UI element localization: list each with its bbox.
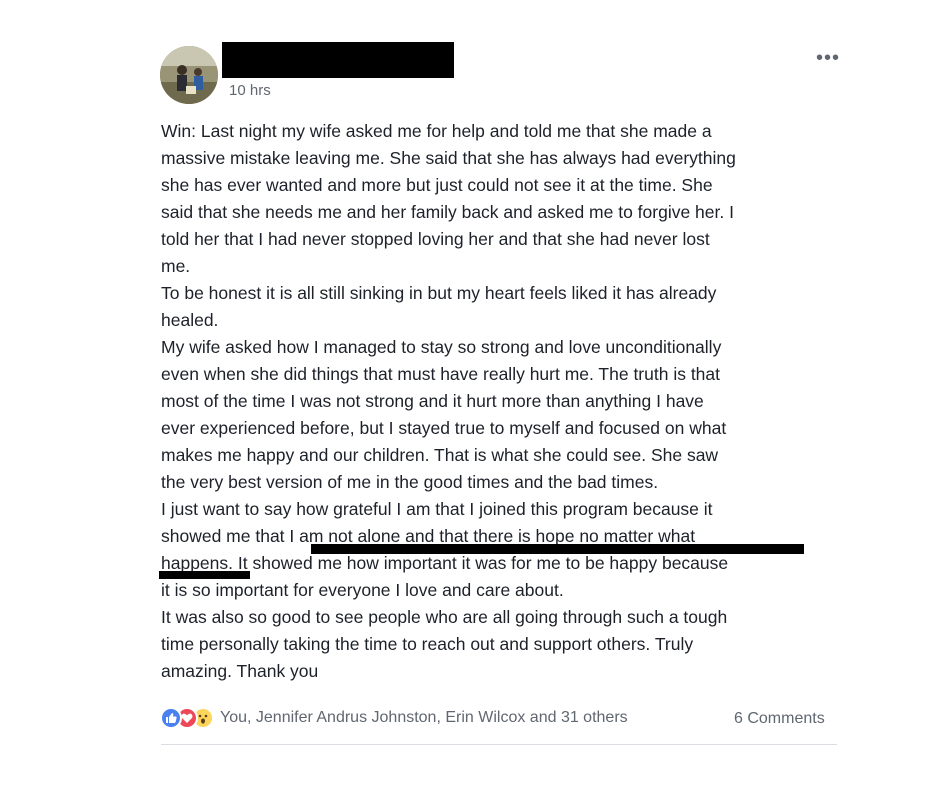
more-options-icon[interactable]: ••• (816, 48, 840, 68)
reactions-summary[interactable]: You, Jennifer Andrus Johnston, Erin Wilc… (160, 707, 628, 729)
reaction-names[interactable]: You, Jennifer Andrus Johnston, Erin Wilc… (220, 709, 628, 727)
avatar-photo (160, 46, 218, 104)
post-timestamp[interactable]: 10 hrs (229, 82, 271, 99)
redaction-bar (311, 544, 804, 554)
comments-count-link[interactable]: 6 Comments (734, 710, 825, 728)
author-name-redaction (222, 42, 454, 78)
post-body: Win: Last night my wife asked me for hel… (161, 121, 736, 681)
redaction-bar (159, 571, 250, 579)
divider (161, 744, 837, 745)
like-icon (160, 707, 182, 729)
avatar[interactable] (160, 46, 218, 104)
